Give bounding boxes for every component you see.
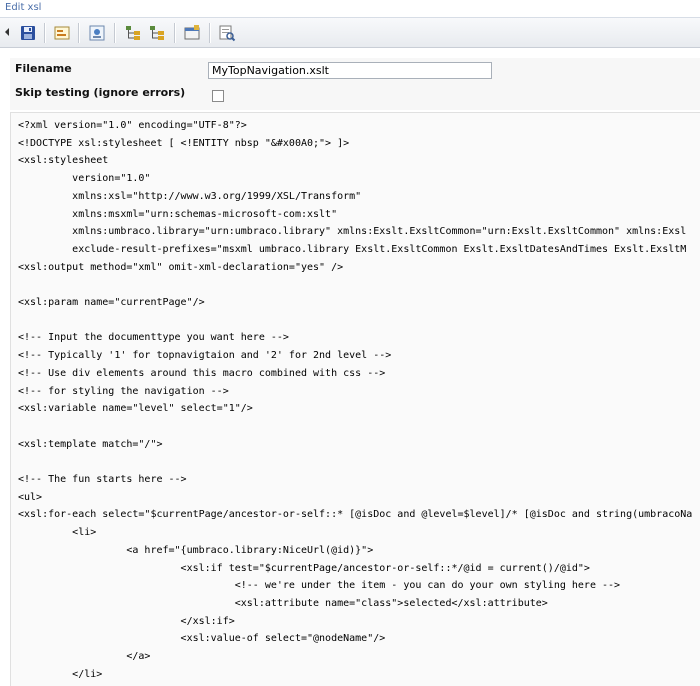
preview-icon[interactable]: [218, 24, 236, 42]
code-line: xmlns:umbraco.library="urn:umbraco.libra…: [18, 226, 687, 238]
properties-panel: Filename MyTopNavigation.xslt Skip testi…: [10, 58, 700, 110]
code-line: <xsl:attribute name="class">selected</xs…: [18, 597, 548, 609]
code-line: <xsl:if test="$currentPage/ancestor-or-s…: [18, 562, 590, 574]
window-header: Edit xsl: [0, 0, 700, 18]
code-editor[interactable]: <?xml version="1.0" encoding="UTF-8"?> <!…: [10, 112, 700, 686]
toolbar-separator: [174, 23, 176, 43]
code-line: <xsl:template match="/">: [18, 438, 163, 450]
code-line: xmlns:msxml="urn:schemas-microsoft-com:x…: [18, 208, 338, 220]
code-line: </li>: [18, 668, 103, 680]
toolbar-separator: [209, 23, 211, 43]
code-line: version="1.0": [18, 173, 151, 185]
code-line: <!-- Use div elements around this macro …: [18, 367, 386, 379]
code-line: <!-- Input the documenttype you want her…: [18, 332, 289, 344]
code-line: <!DOCTYPE xsl:stylesheet [ <!ENTITY nbsp…: [18, 137, 350, 149]
code-line: </xsl:if>: [18, 615, 235, 627]
skip-testing-label: Skip testing (ignore errors): [15, 86, 186, 99]
save-icon[interactable]: [19, 24, 37, 42]
window-title: Edit xsl: [5, 2, 42, 13]
code-line: <xsl:for-each select="$currentPage/ances…: [18, 509, 693, 521]
insert-if-icon[interactable]: [148, 24, 166, 42]
code-line: <a href="{umbraco.library:NiceUrl(@id)}"…: [18, 544, 374, 556]
toolbar-separator: [44, 23, 46, 43]
code-line: <?xml version="1.0" encoding="UTF-8"?>: [18, 120, 247, 131]
code-line: <!-- for styling the navigation -->: [18, 385, 229, 397]
code-line: <li>: [18, 527, 97, 539]
code-line: <xsl:param name="currentPage"/>: [18, 297, 205, 308]
filename-input[interactable]: MyTopNavigation.xslt: [208, 62, 492, 79]
code-line: xmlns:xsl="http://www.w3.org/1999/XSL/Tr…: [18, 190, 362, 202]
toolbar: [0, 18, 700, 48]
code-line: <xsl:output method="xml" omit-xml-declar…: [18, 261, 344, 273]
code-line: <ul>: [18, 491, 43, 503]
filename-label: Filename: [15, 62, 72, 75]
code-line: <xsl:value-of select="@nodeName"/>: [18, 633, 386, 645]
code-line: <!-- Typically '1' for topnavigtaion and…: [18, 350, 392, 362]
toolbar-collapse-arrow-icon[interactable]: [5, 28, 9, 36]
code-line: <!-- The fun starts here -->: [18, 474, 187, 485]
insert-variable-icon[interactable]: [183, 24, 201, 42]
toolbar-separator: [114, 23, 116, 43]
code-line: <xsl:variable name="level" select="1"/>: [18, 403, 253, 415]
insert-umbraco-field-icon[interactable]: [88, 24, 106, 42]
code-line: <!-- we're under the item - you can do y…: [18, 580, 621, 592]
insert-xslt-value-icon[interactable]: [53, 24, 71, 42]
insert-choose-icon[interactable]: [124, 24, 142, 42]
toolbar-separator: [78, 23, 80, 43]
code-line: </a>: [18, 651, 151, 662]
code-line: <xsl:stylesheet: [18, 155, 109, 167]
skip-testing-checkbox[interactable]: [212, 90, 224, 102]
code-line: exclude-result-prefixes="msxml umbraco.l…: [18, 243, 687, 255]
